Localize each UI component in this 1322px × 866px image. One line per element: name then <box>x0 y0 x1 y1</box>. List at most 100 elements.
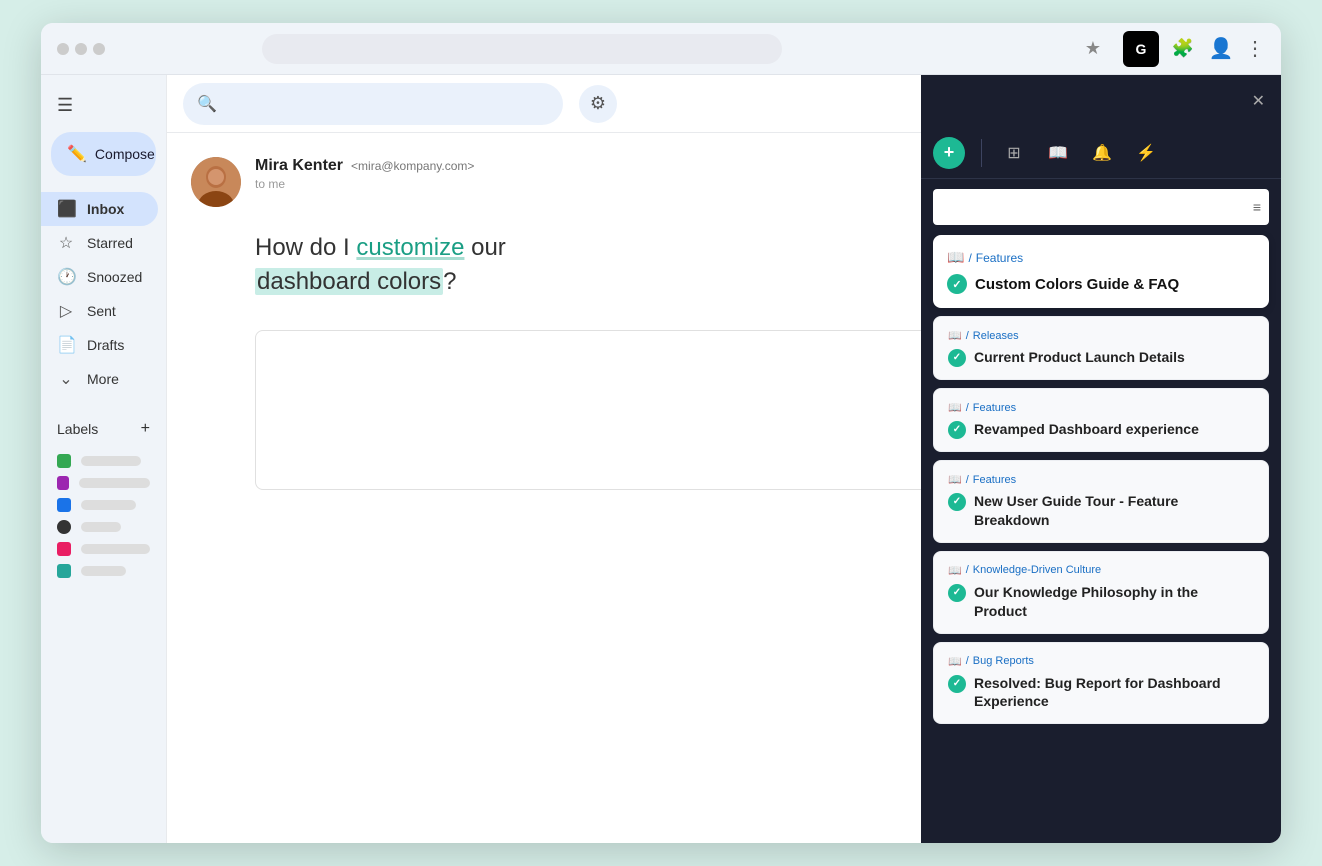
result-sep-3: / <box>966 564 969 576</box>
label-bar <box>81 566 126 576</box>
results-list: 📖 / Releases ✓ Current Product Launch De… <box>921 316 1281 843</box>
result-book-icon-2: 📖 <box>948 473 962 486</box>
result-card-3[interactable]: 📖 / Knowledge-Driven Culture ✓ Our Knowl… <box>933 551 1269 634</box>
label-dot-green <box>57 454 71 468</box>
sidebar-item-drafts[interactable]: 📄 Drafts <box>41 328 158 362</box>
result-check-1: ✓ <box>948 421 966 439</box>
label-dot-blue <box>57 498 71 512</box>
result-book-icon-3: 📖 <box>948 564 962 577</box>
grammarly-icon[interactable]: G <box>1123 31 1159 67</box>
result-breadcrumb-2: 📖 / Features <box>948 473 1254 486</box>
body-text-1: How do I <box>255 234 356 261</box>
dot-red <box>57 43 69 55</box>
result-breadcrumb-text-3: Knowledge-Driven Culture <box>973 564 1101 576</box>
label-dot-teal <box>57 564 71 578</box>
label-dot-purple <box>57 476 69 490</box>
label-bar <box>79 478 150 488</box>
featured-title-text: Custom Colors Guide & FAQ <box>975 276 1179 293</box>
popup-search-input[interactable] <box>933 189 1269 225</box>
popup-header: ✕ <box>921 75 1281 127</box>
dot-yellow <box>75 43 87 55</box>
labels-section: Labels + <box>41 404 166 598</box>
result-check-0: ✓ <box>948 349 966 367</box>
labels-title: Labels <box>57 421 98 437</box>
popup-bell-button[interactable]: 🔔 <box>1086 137 1118 169</box>
result-sep-4: / <box>966 655 969 667</box>
compose-label: Compose <box>95 146 155 162</box>
profile-icon[interactable]: 👤 <box>1207 35 1235 63</box>
sent-icon: ▷ <box>57 301 75 321</box>
browser-extension-icons: G 🧩 👤 ⋮ <box>1123 31 1265 67</box>
toolbar-separator <box>981 139 982 167</box>
popup-bolt-button[interactable]: ⚡ <box>1130 137 1162 169</box>
result-breadcrumb-3: 📖 / Knowledge-Driven Culture <box>948 564 1254 577</box>
sidebar-item-snoozed[interactable]: 🕐 Snoozed <box>41 260 158 294</box>
label-bar <box>81 500 136 510</box>
result-title-text-3: Our Knowledge Philosophy in the Product <box>974 583 1254 621</box>
sidebar-item-sent[interactable]: ▷ Sent <box>41 294 158 328</box>
more-chevron-icon: ⌄ <box>57 369 75 389</box>
result-title-text-2: New User Guide Tour - Feature Breakdown <box>974 492 1254 530</box>
sidebar-item-starred[interactable]: ☆ Starred <box>41 226 158 260</box>
featured-title: ✓ Custom Colors Guide & FAQ <box>947 274 1255 294</box>
more-label: More <box>87 371 119 387</box>
body-text-3: ? <box>443 268 456 295</box>
browser-menu-icon[interactable]: ⋮ <box>1245 36 1265 61</box>
sidebar-item-more[interactable]: ⌄ More <box>41 362 158 396</box>
label-item-blue <box>57 494 150 516</box>
result-card-1[interactable]: 📖 / Features ✓ Revamped Dashboard experi… <box>933 388 1269 452</box>
result-breadcrumb-text-0: Releases <box>973 330 1019 342</box>
popup-add-button[interactable]: + <box>933 137 965 169</box>
result-title-2: ✓ New User Guide Tour - Feature Breakdow… <box>948 492 1254 530</box>
compose-pencil-icon: ✏️ <box>67 144 87 164</box>
result-check-4: ✓ <box>948 675 966 693</box>
result-card-4[interactable]: 📖 / Bug Reports ✓ Resolved: Bug Report f… <box>933 642 1269 725</box>
browser-dots <box>57 43 105 55</box>
featured-result[interactable]: 📖 / Features ✓ Custom Colors Guide & FAQ <box>933 235 1269 308</box>
snoozed-label: Snoozed <box>87 269 142 285</box>
label-bar <box>81 456 141 466</box>
body-text-2: our <box>464 234 505 261</box>
popup-filter-icon: ≡ <box>1253 199 1261 215</box>
add-label-button[interactable]: + <box>141 420 150 438</box>
label-item-green <box>57 450 150 472</box>
label-dot-pink <box>57 542 71 556</box>
result-title-4: ✓ Resolved: Bug Report for Dashboard Exp… <box>948 674 1254 712</box>
label-bar <box>81 522 121 532</box>
featured-breadcrumb-sep: / <box>968 251 971 265</box>
inbox-label: Inbox <box>87 201 124 217</box>
result-check-2: ✓ <box>948 493 966 511</box>
body-highlight-customize: customize <box>356 234 464 261</box>
sender-name-text: Mira Kenter <box>255 157 343 175</box>
address-bar[interactable] <box>262 34 782 64</box>
bookmark-icon[interactable]: ★ <box>1085 38 1101 59</box>
popup-book-button[interactable]: 📖 <box>1042 137 1074 169</box>
popup-layers-button[interactable]: ⊞ <box>998 137 1030 169</box>
label-item-teal <box>57 560 150 582</box>
sidebar-item-inbox[interactable]: ⬛ Inbox <box>41 192 158 226</box>
browser-window: ★ G 🧩 👤 ⋮ ☰ ✏️ Compose ⬛ Inbox ☆ S <box>41 23 1281 843</box>
labels-header: Labels + <box>57 420 150 438</box>
main-area: ☰ ✏️ Compose ⬛ Inbox ☆ Starred 🕐 Snoozed <box>41 75 1281 843</box>
popup-close-button[interactable]: ✕ <box>1248 87 1269 115</box>
result-card-2[interactable]: 📖 / Features ✓ New User Guide Tour - Fea… <box>933 460 1269 543</box>
result-breadcrumb-text-1: Features <box>973 402 1016 414</box>
extensions-icon[interactable]: 🧩 <box>1169 35 1197 63</box>
result-book-icon-1: 📖 <box>948 401 962 414</box>
drafts-icon: 📄 <box>57 335 75 355</box>
label-dot-dark <box>57 520 71 534</box>
sent-label: Sent <box>87 303 116 319</box>
sidebar-hamburger-icon[interactable]: ☰ <box>41 87 166 132</box>
result-breadcrumb-4: 📖 / Bug Reports <box>948 655 1254 668</box>
avatar <box>191 157 241 207</box>
filter-icon-button[interactable]: ⚙ <box>579 85 617 123</box>
sender-name: Mira Kenter <mira@kompany.com> <box>255 157 474 175</box>
browser-bar: ★ G 🧩 👤 ⋮ <box>41 23 1281 75</box>
starred-icon: ☆ <box>57 233 75 253</box>
search-bar[interactable]: 🔍 <box>183 83 563 125</box>
label-item-dark <box>57 516 150 538</box>
result-card-0[interactable]: 📖 / Releases ✓ Current Product Launch De… <box>933 316 1269 380</box>
featured-breadcrumb-text: Features <box>976 251 1023 265</box>
dot-green <box>93 43 105 55</box>
compose-button[interactable]: ✏️ Compose <box>51 132 156 176</box>
